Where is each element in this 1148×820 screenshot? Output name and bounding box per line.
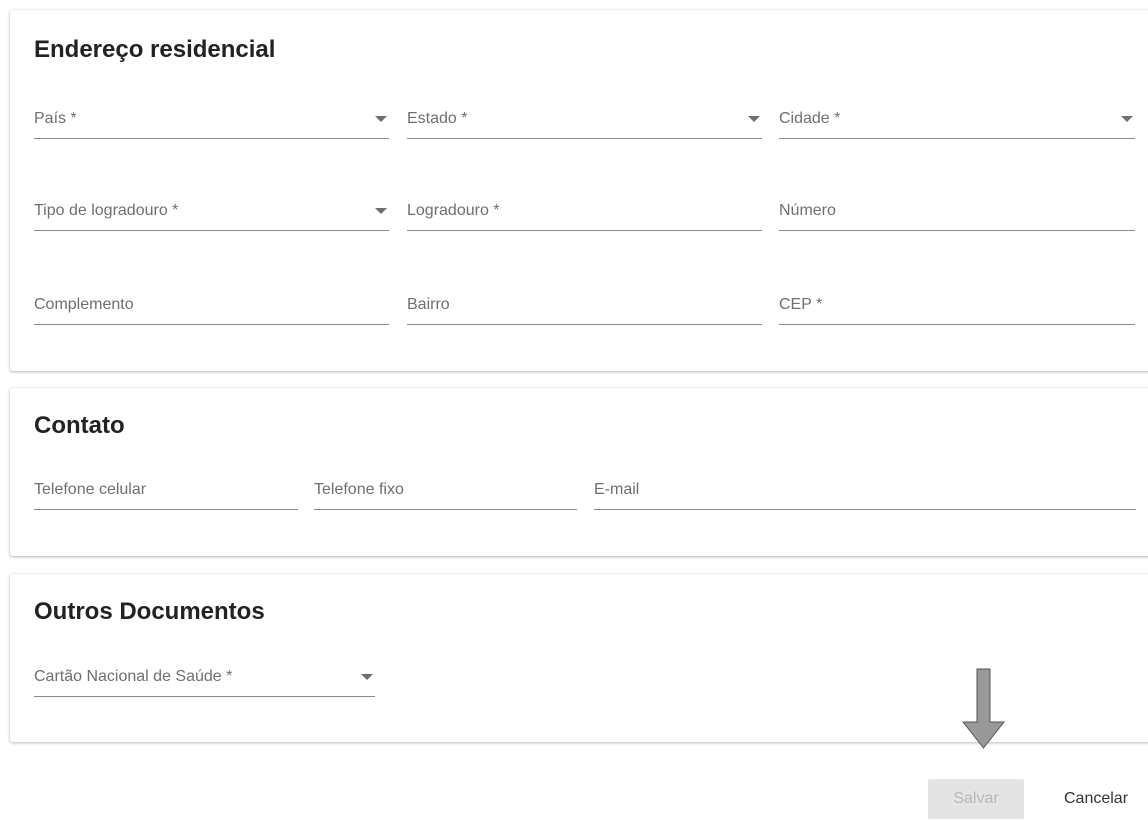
number-label: Número	[779, 202, 836, 219]
street-type-select[interactable]: Tipo de logradouro *	[34, 198, 389, 231]
country-label: País *	[34, 110, 77, 127]
landline-phone-input[interactable]: Telefone fixo	[314, 477, 577, 510]
address-section-title: Endereço residencial	[34, 36, 276, 63]
state-label: Estado *	[407, 110, 468, 127]
chevron-down-icon	[361, 674, 373, 680]
cancel-button[interactable]: Cancelar	[1044, 779, 1148, 819]
contact-card: Contato Telefone celular Telefone fixo E…	[10, 388, 1148, 556]
complement-input[interactable]: Complemento	[34, 292, 389, 325]
chevron-down-icon	[1121, 116, 1133, 122]
country-select[interactable]: País *	[34, 106, 389, 139]
chevron-down-icon	[375, 208, 387, 214]
email-field[interactable]: E-mail	[594, 477, 1136, 510]
mobile-phone-label: Telefone celular	[34, 481, 147, 498]
mobile-phone-input[interactable]: Telefone celular	[34, 477, 298, 510]
cep-label: CEP *	[779, 296, 823, 313]
street-label: Logradouro *	[407, 202, 500, 219]
save-button[interactable]: Salvar	[928, 779, 1024, 819]
street-type-label: Tipo de logradouro *	[34, 202, 179, 219]
street-input[interactable]: Logradouro *	[407, 198, 762, 231]
number-input[interactable]: Número	[779, 198, 1135, 231]
city-select[interactable]: Cidade *	[779, 106, 1135, 139]
complement-label: Complemento	[34, 296, 134, 313]
health-card-label: Cartão Nacional de Saúde *	[34, 668, 233, 685]
other-documents-section-title: Outros Documentos	[34, 598, 265, 625]
address-card: Endereço residencial País * Estado * Cid…	[10, 10, 1148, 371]
down-arrow-icon	[962, 668, 1006, 749]
contact-section-title: Contato	[34, 412, 125, 439]
state-select[interactable]: Estado *	[407, 106, 762, 139]
city-label: Cidade *	[779, 110, 841, 127]
chevron-down-icon	[748, 116, 760, 122]
neighborhood-label: Bairro	[407, 296, 450, 313]
cep-input[interactable]: CEP *	[779, 292, 1135, 325]
email-label: E-mail	[594, 481, 640, 498]
neighborhood-input[interactable]: Bairro	[407, 292, 762, 325]
landline-phone-label: Telefone fixo	[314, 481, 404, 498]
chevron-down-icon	[375, 116, 387, 122]
health-card-select[interactable]: Cartão Nacional de Saúde *	[34, 664, 375, 697]
